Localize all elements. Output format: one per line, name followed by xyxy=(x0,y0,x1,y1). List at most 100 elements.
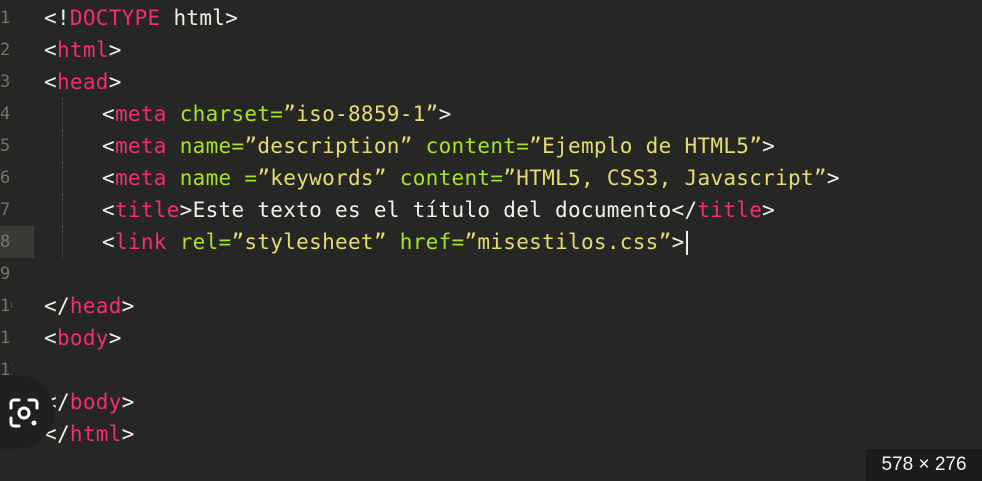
line-number: 11 xyxy=(0,328,12,348)
code-line-11[interactable]: 11 <body> xyxy=(0,322,982,354)
code-line-13[interactable]: 13 </body> xyxy=(0,386,982,418)
code-text: </html> xyxy=(44,418,135,450)
code-line-1[interactable]: 1 <!DOCTYPE html> xyxy=(0,2,982,34)
tag-bracket: < xyxy=(102,166,115,190)
tag-name: link xyxy=(114,230,167,254)
tag-name: meta xyxy=(114,166,167,190)
tag-name: body xyxy=(56,326,109,350)
code-line-7[interactable]: 7 <title>Este texto es el título del doc… xyxy=(0,194,982,226)
attribute-value: ”HTML5, CSS3, Javascript” xyxy=(503,166,827,190)
line-number: 3 xyxy=(0,72,11,92)
code-text: <link rel=”stylesheet” href=”misestilos.… xyxy=(102,226,688,258)
line-number: 8 xyxy=(0,232,11,252)
attribute-value: ”description” xyxy=(244,134,413,158)
attribute-name: name = xyxy=(179,166,258,190)
tag-bracket: > xyxy=(121,422,135,446)
code-line-6[interactable]: 6 <meta name =”keywords” content=”HTML5,… xyxy=(0,162,982,194)
code-line-12[interactable]: 12 xyxy=(0,354,982,386)
tag-bracket: > xyxy=(108,38,122,62)
tag-name: title xyxy=(697,198,763,222)
doctype-open: <! xyxy=(44,6,70,30)
code-line-10[interactable]: 10 </head> xyxy=(0,290,982,322)
tag-name: head xyxy=(69,294,122,318)
code-text: </head> xyxy=(44,290,135,322)
tag-bracket: < xyxy=(102,134,115,158)
line-number: 1 xyxy=(0,8,11,28)
tag-bracket: < xyxy=(44,70,57,94)
code-text: <!DOCTYPE html> xyxy=(44,2,238,34)
line-number: 5 xyxy=(0,136,11,156)
tag-name: html xyxy=(69,422,122,446)
image-size-badge: 578 × 276 xyxy=(866,449,982,481)
attribute-value: ”iso-8859-1” xyxy=(283,102,439,126)
tag-bracket: > xyxy=(671,230,685,254)
code-line-2[interactable]: 2 <html> xyxy=(0,34,982,66)
tag-name: head xyxy=(56,70,109,94)
attribute-value: ”keywords” xyxy=(257,166,387,190)
tag-bracket: > xyxy=(762,134,776,158)
tag-bracket: > xyxy=(179,198,193,222)
tag-bracket: < xyxy=(102,198,115,222)
code-text: </body> xyxy=(44,386,135,418)
code-line-3[interactable]: 3 <head> xyxy=(0,66,982,98)
tag-bracket: </ xyxy=(44,294,70,318)
attribute-name: content= xyxy=(399,166,504,190)
tag-name: body xyxy=(69,390,122,414)
indent-guide xyxy=(62,194,63,226)
line-number: 10 xyxy=(0,296,12,316)
attribute-value: ”misestilos.css” xyxy=(464,230,672,254)
code-text: <meta charset=”iso-8859-1”> xyxy=(102,98,452,130)
code-text: <meta name =”keywords” content=”HTML5, C… xyxy=(102,162,840,194)
tag-name: html xyxy=(56,38,109,62)
doctype-keyword: DOCTYPE xyxy=(69,6,161,30)
code-text: <title>Este texto es el título del docum… xyxy=(102,194,775,226)
tag-bracket: </ xyxy=(671,198,698,222)
tag-name: title xyxy=(114,198,180,222)
tag-bracket: > xyxy=(108,70,122,94)
tag-bracket: < xyxy=(102,230,115,254)
tag-bracket: < xyxy=(44,326,57,350)
title-text: Este texto es el título del documento xyxy=(192,198,672,222)
tag-bracket: < xyxy=(44,38,57,62)
code-line-5[interactable]: 5 <meta name=”description” content=”Ejem… xyxy=(0,130,982,162)
tag-bracket: > xyxy=(826,166,840,190)
text-cursor xyxy=(685,231,688,255)
code-line-4[interactable]: 4 <meta charset=”iso-8859-1”> xyxy=(0,98,982,130)
code-text: <body> xyxy=(44,322,122,354)
line-number: 7 xyxy=(0,200,11,220)
indent-guide xyxy=(62,98,63,130)
tag-bracket: > xyxy=(121,294,135,318)
line-number: 4 xyxy=(0,104,11,124)
indent-guide xyxy=(62,162,63,194)
attribute-name: charset= xyxy=(179,102,284,126)
attribute-value: ”stylesheet” xyxy=(231,230,387,254)
attribute-name: name= xyxy=(179,134,245,158)
line-number: 2 xyxy=(0,40,11,60)
code-text: <meta name=”description” content=”Ejempl… xyxy=(102,130,775,162)
tag-name: meta xyxy=(114,102,167,126)
code-text: <html> xyxy=(44,34,122,66)
indent-guide xyxy=(62,130,63,162)
code-line-9[interactable]: 9 xyxy=(0,258,982,290)
tag-bracket: > xyxy=(108,326,122,350)
code-line-8[interactable]: 8 <link rel=”stylesheet” href=”misestilo… xyxy=(0,226,982,258)
attribute-name: rel= xyxy=(179,230,232,254)
attribute-name: href= xyxy=(399,230,465,254)
attribute-value: ”Ejemplo de HTML5” xyxy=(529,134,763,158)
line-number: 6 xyxy=(0,168,11,188)
line-number: 9 xyxy=(0,264,11,284)
attribute-name: content= xyxy=(425,134,530,158)
code-editor[interactable]: 1 <!DOCTYPE html> 2 <html> 3 <head> 4 <m… xyxy=(0,0,982,481)
doctype-rest: html> xyxy=(160,6,239,30)
tag-bracket: > xyxy=(762,198,776,222)
tag-bracket: > xyxy=(121,390,135,414)
code-line-14[interactable]: 14 </html> xyxy=(0,418,982,450)
tag-name: meta xyxy=(114,134,167,158)
